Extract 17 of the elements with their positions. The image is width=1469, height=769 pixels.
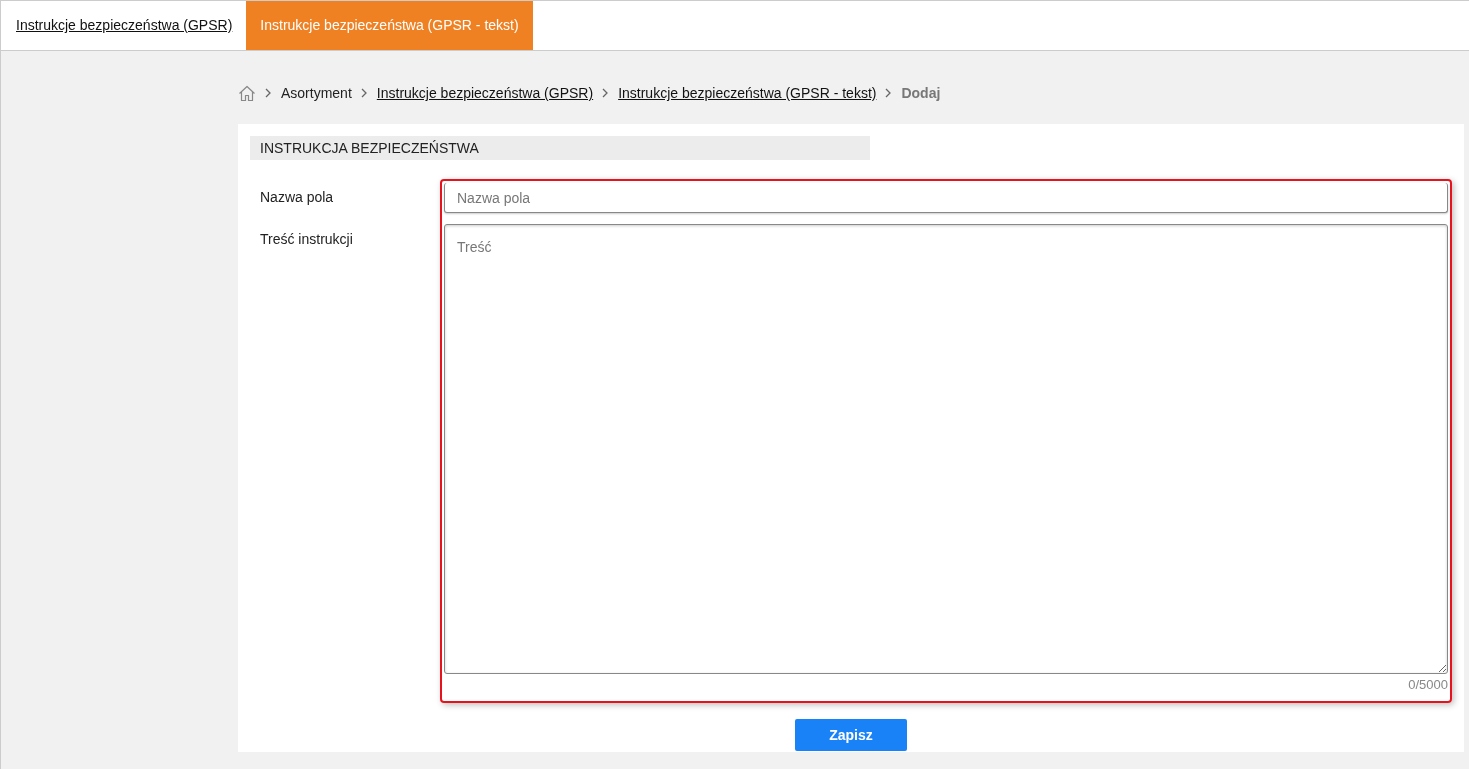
textarea-field[interactable]: Treść — [444, 224, 1448, 674]
text-input[interactable]: Nazwa pola — [444, 183, 1448, 213]
breadcrumb-item: Asortyment — [281, 85, 352, 101]
home-icon[interactable] — [238, 84, 256, 102]
tab[interactable]: Instrukcje bezpieczeństwa (GPSR) — [1, 1, 247, 50]
field-label: Nazwa pola — [260, 189, 335, 207]
field-label: Treść instrukcji — [260, 231, 354, 249]
breadcrumb-link[interactable]: Instrukcje bezpieczeństwa (GPSR - tekst) — [618, 85, 877, 101]
chevron-icon — [885, 88, 893, 98]
breadcrumb-link[interactable]: Instrukcje bezpieczeństwa (GPSR) — [376, 85, 594, 101]
chevron-icon — [602, 88, 610, 98]
chevron-icon — [265, 88, 272, 98]
breadcrumb-current: Dodaj — [901, 85, 941, 101]
save-button[interactable]: Zapisz — [795, 719, 907, 751]
section-header: INSTRUKCJA BEZPIECZEŃSTWA — [250, 136, 870, 160]
character-counter: 0/5000 — [1408, 677, 1448, 694]
chevron-icon — [360, 88, 368, 98]
